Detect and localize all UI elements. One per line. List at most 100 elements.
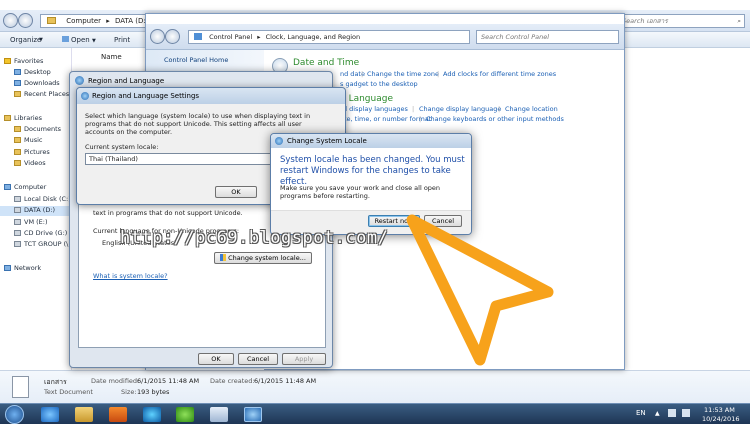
breadcrumb-control-panel[interactable]: Control Panel	[209, 33, 252, 41]
computer-icon	[4, 184, 11, 190]
breadcrumb-data-drive[interactable]: DATA (D:)	[115, 17, 148, 25]
desktop-icon	[14, 69, 21, 75]
nav-computer[interactable]: Computer	[4, 183, 46, 191]
region-globe-icon	[275, 137, 283, 145]
settings-ok-button[interactable]: OK	[215, 186, 257, 198]
language-indicator[interactable]: EN	[636, 409, 646, 417]
nav-vm-e[interactable]: VM (E:)	[14, 218, 48, 226]
control-panel-taskbar-icon[interactable]	[210, 407, 228, 422]
browser-icon[interactable]	[143, 407, 161, 422]
media-player-icon[interactable]	[109, 407, 127, 422]
nav-label: VM (E:)	[24, 218, 48, 226]
nav-videos[interactable]: Videos	[14, 159, 46, 167]
change-time-zone-link[interactable]: Change the time zone	[367, 70, 439, 78]
region-partial-text: text in programs that do not support Uni…	[93, 209, 243, 217]
region-ok-button[interactable]: OK	[198, 353, 234, 365]
nav-label: DATA (D:)	[24, 206, 56, 214]
explorer-search-placeholder: Search เอกสาร	[622, 17, 668, 25]
open-button[interactable]: Open ▼	[62, 36, 96, 44]
details-created-value: 6/1/2015 11:48 AM	[254, 377, 317, 385]
breadcrumb-clock-language-region[interactable]: Clock, Language, and Region	[266, 33, 361, 41]
region-dialog-title: Region and Language	[88, 77, 165, 85]
region-taskbar-icon[interactable]	[244, 407, 262, 422]
nav-recent-places[interactable]: Recent Places	[14, 90, 69, 98]
region-and-language-heading[interactable]: d Language	[340, 94, 393, 104]
change-location-link[interactable]: Change location	[505, 105, 558, 113]
file-explorer-icon[interactable]	[75, 407, 93, 422]
pictures-icon	[14, 149, 21, 155]
nav-label: Favorites	[14, 57, 44, 65]
nav-desktop[interactable]: Desktop	[14, 68, 51, 76]
explorer-search-input[interactable]: Search เอกสาร ⌕	[617, 14, 745, 28]
locale-dialog-title: Change System Locale	[287, 137, 367, 145]
nav-pictures[interactable]: Pictures	[14, 148, 50, 156]
region-apply-button[interactable]: Apply	[282, 353, 326, 365]
region-globe-icon	[81, 92, 89, 100]
downloads-icon	[14, 80, 21, 86]
music-icon	[14, 137, 21, 143]
details-modified-value: 6/1/2015 11:48 AM	[137, 377, 200, 385]
open-icon	[62, 36, 69, 42]
nav-local-disk-c[interactable]: Local Disk (C:)	[14, 195, 71, 203]
nav-data-d[interactable]: DATA (D:)	[0, 206, 72, 216]
control-panel-icon	[194, 33, 202, 40]
change-date-format-link[interactable]: ate, time, or number format	[340, 115, 431, 123]
forward-button[interactable]	[18, 13, 33, 28]
utorrent-icon[interactable]	[176, 407, 194, 422]
network-tray-icon[interactable]	[668, 409, 676, 417]
print-button[interactable]: Print	[114, 36, 130, 44]
nav-favorites[interactable]: Favorites	[4, 57, 43, 65]
nav-label: Documents	[24, 125, 62, 133]
what-is-system-locale-link[interactable]: What is system locale?	[93, 272, 168, 280]
nav-cd-drive-g[interactable]: CD Drive (G:) V	[14, 229, 74, 237]
change-display-language-link[interactable]: Change display language	[419, 105, 501, 113]
shield-icon	[220, 254, 227, 261]
change-system-locale-button[interactable]: Change system locale...	[214, 252, 312, 264]
add-clocks-link[interactable]: Add clocks for different time zones	[443, 70, 556, 78]
star-icon	[4, 58, 11, 64]
start-button[interactable]	[5, 405, 24, 424]
nav-libraries[interactable]: Libraries	[4, 114, 42, 122]
forward-button[interactable]	[165, 29, 180, 44]
nav-tct-group[interactable]: TCT GROUP (\	[14, 240, 68, 248]
clock-date[interactable]: 10/24/2016	[702, 415, 739, 423]
nav-label: Music	[24, 136, 43, 144]
details-created-label: Date created:	[210, 377, 255, 385]
clock-time[interactable]: 11:53 AM	[704, 406, 735, 414]
nav-music[interactable]: Music	[14, 136, 43, 144]
nav-label: Desktop	[24, 68, 51, 76]
settings-dialog-title: Region and Language Settings	[92, 92, 200, 100]
nav-label: Local Disk (C:)	[24, 195, 71, 203]
back-button[interactable]	[3, 13, 18, 28]
nav-documents[interactable]: Documents	[14, 125, 61, 133]
watermark-text: http://pc69.blogspot.com/	[120, 228, 389, 248]
control-panel-search-placeholder: Search Control Panel	[481, 33, 550, 41]
chevron-down-icon: ▼	[39, 37, 43, 43]
explorer-details-pane: เอกสาร Text Document Date modified: 6/1/…	[0, 370, 750, 403]
drive-icon	[14, 196, 21, 202]
orange-arrow-annotation	[406, 214, 554, 366]
internet-explorer-icon[interactable]	[41, 407, 59, 422]
text-file-icon	[12, 376, 29, 398]
drive-icon	[14, 207, 21, 213]
organize-button[interactable]: Organize	[10, 36, 41, 44]
date-and-time-heading[interactable]: Date and Time	[293, 58, 359, 68]
volume-tray-icon[interactable]	[682, 409, 690, 417]
region-cancel-button[interactable]: Cancel	[238, 353, 278, 365]
change-keyboards-link[interactable]: Change keyboards or other input methods	[426, 115, 564, 123]
name-column-header[interactable]: Name	[101, 53, 122, 61]
control-panel-search-input[interactable]: Search Control Panel	[476, 30, 619, 44]
breadcrumb-computer[interactable]: Computer	[66, 17, 101, 25]
tray-expand-icon[interactable]: ▲	[655, 410, 660, 417]
add-clock-gadget-link[interactable]: s gadget to the desktop	[340, 80, 418, 88]
nav-network[interactable]: Network	[4, 264, 41, 272]
control-panel-breadcrumb[interactable]: Control Panel ▸ Clock, Language, and Reg…	[188, 30, 470, 44]
back-button[interactable]	[150, 29, 165, 44]
nav-downloads[interactable]: Downloads	[14, 79, 60, 87]
drive-icon	[14, 219, 21, 225]
nav-label: Recent Places	[24, 90, 70, 98]
nav-label: Computer	[14, 183, 47, 191]
locale-note: Make sure you save your work and close a…	[280, 184, 441, 200]
recent-places-icon	[14, 91, 21, 97]
control-panel-home-link[interactable]: Control Panel Home	[164, 56, 228, 64]
